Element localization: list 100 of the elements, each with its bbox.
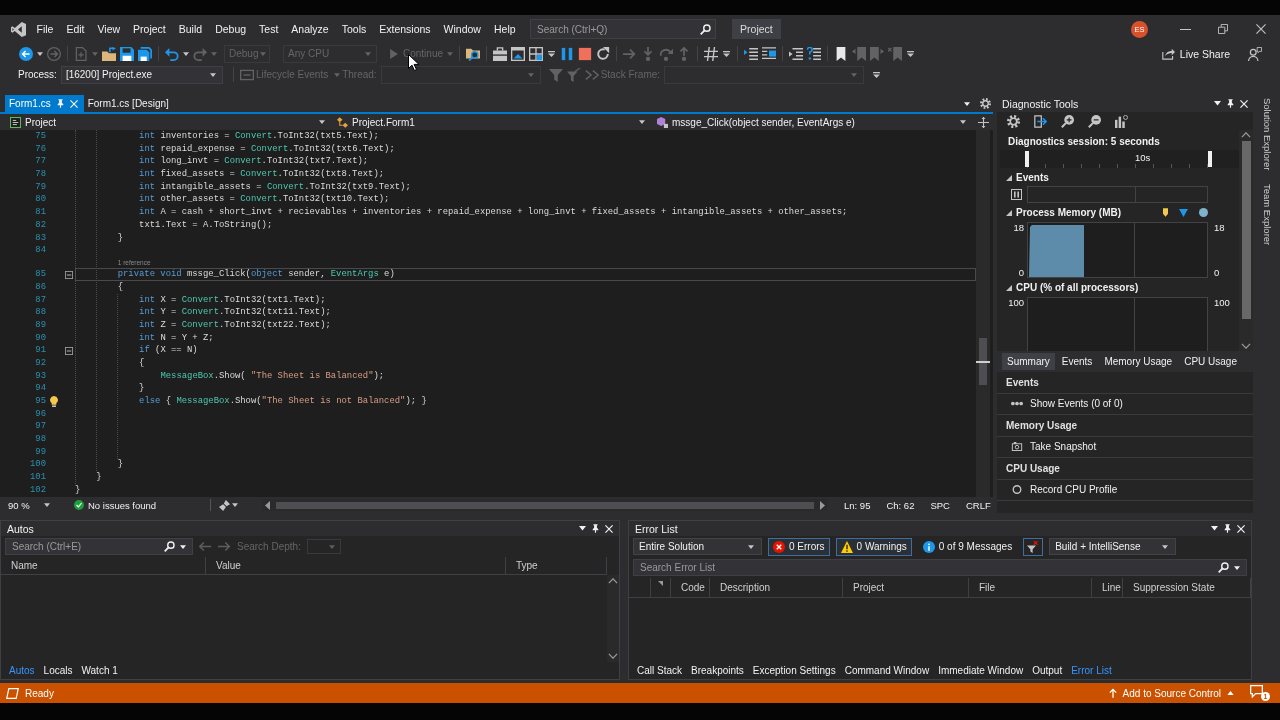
save-icon[interactable] [120,46,134,61]
column-header[interactable]: Value [206,557,506,574]
process-dropdown[interactable]: [16200] Project.exe [60,65,223,84]
minimize-icon[interactable] [1179,28,1191,30]
menu-item[interactable]: Extensions [372,21,438,37]
speech-bubble-icon[interactable] [1250,685,1263,698]
expanded-icon[interactable] [1006,284,1012,291]
expanded-icon[interactable] [1006,209,1012,216]
toolbox-icon[interactable] [493,46,508,61]
marker-icon[interactable] [1163,208,1168,217]
scrollbar-thumb[interactable] [979,338,987,385]
panel-tab[interactable]: Locals [43,665,73,676]
caret-icon[interactable] [44,503,50,507]
panel-tab[interactable]: Call Stack [637,665,682,676]
overflow-icon[interactable] [873,71,881,78]
export-icon[interactable] [1034,114,1047,128]
folder-icon[interactable] [102,46,116,61]
action-link[interactable]: Take Snapshot [1030,441,1097,453]
panel-tab[interactable]: Autos [9,665,35,676]
down-chevron-icon[interactable] [1241,343,1251,349]
person-icon[interactable] [1248,46,1262,61]
bar-chart-icon[interactable] [1115,114,1128,128]
search-icon[interactable] [164,541,175,552]
panel-tab[interactable]: Summary [1002,353,1055,370]
list-icon[interactable] [762,46,777,61]
horizontal-scrollbar[interactable] [262,499,828,511]
side-tab[interactable]: Solution Explorer [1260,95,1275,174]
overflow-icon[interactable] [548,50,556,57]
live-share-button[interactable]: Live Share [1157,47,1234,60]
caret-icon[interactable] [180,544,186,549]
search-icon[interactable] [700,23,712,35]
project-icon[interactable] [10,116,21,128]
zoom-in-icon[interactable] [1061,114,1074,128]
vertical-scrollbar[interactable] [607,575,619,662]
column-header[interactable]: Name [1,557,206,574]
menu-item[interactable]: Test [252,21,285,37]
grid-icon[interactable] [529,46,544,61]
overflow-icon[interactable] [907,50,915,57]
window-icon[interactable] [511,46,526,61]
caret-icon[interactable] [1234,565,1240,570]
menu-item[interactable]: Debug [208,21,253,37]
lines-icon[interactable] [807,46,822,61]
menu-item[interactable]: View [91,21,127,37]
caret-icon[interactable] [209,72,216,77]
circle-icon[interactable] [1199,208,1208,217]
restart-icon[interactable] [596,46,611,61]
brush-icon[interactable] [219,499,230,511]
restore-icon[interactable] [1218,24,1228,34]
pin-icon[interactable] [1224,524,1231,533]
stop-icon[interactable] [578,46,593,61]
column-header[interactable]: Suppression State [1123,578,1251,597]
action-link[interactable]: Record CPU Profile [1030,484,1118,496]
caret-icon[interactable] [1211,526,1218,531]
column-header[interactable]: File [969,578,1092,597]
collapse-icon[interactable] [65,346,73,355]
panel-tab[interactable]: Watch 1 [81,665,118,676]
indent-icon[interactable] [789,46,804,61]
folder-search-icon[interactable] [466,46,481,61]
column-header[interactable]: Project [843,578,969,597]
error-filter-button[interactable]: 0 Errors [768,537,830,556]
split-icon[interactable] [977,116,989,128]
settings-icon[interactable] [980,98,991,109]
ring-icon[interactable] [1011,485,1023,495]
search-field[interactable]: Search Error List [633,559,1247,576]
issues-status[interactable]: No issues found [88,499,157,511]
column-header[interactable]: Description [710,578,843,597]
zoom-out-icon[interactable] [1088,114,1101,128]
panel-tab[interactable]: Command Window [844,665,930,676]
save-all-icon[interactable] [138,46,152,61]
menu-item[interactable]: File [30,21,60,37]
pause-icon[interactable] [1011,188,1022,200]
navigation-dropdown[interactable]: mssge_Click(object sender, EventArgs e) [652,114,973,130]
menu-item[interactable]: Analyze [284,21,336,37]
down-chevron-icon[interactable] [608,653,618,659]
cube-icon[interactable] [657,116,668,128]
build-filter-dropdown[interactable]: Build + IntelliSense [1049,538,1177,555]
panel-tab[interactable]: CPU Usage [1179,353,1242,370]
caret-icon[interactable] [1162,544,1169,549]
panel-tab[interactable]: Breakpoints [691,665,744,676]
panel-tab[interactable]: Memory Usage [1099,353,1178,370]
action-link[interactable]: Show Events (0 of 0) [1030,398,1123,410]
left-arrow-icon[interactable] [265,500,270,510]
column-header[interactable]: Code [671,578,710,597]
column-header[interactable]: Type [506,557,607,574]
pause-icon[interactable] [560,46,575,61]
caret-icon[interactable] [183,51,189,56]
scrollbar-thumb[interactable] [1241,141,1251,319]
navigation-dropdown[interactable]: Project.Form1 [332,114,652,130]
indentation-mode[interactable]: SPC [930,499,950,511]
caret-icon[interactable] [579,526,586,531]
side-tab[interactable]: Team Explorer [1260,181,1275,249]
range-handle[interactable] [1025,151,1029,167]
caret-icon[interactable] [960,120,966,124]
search-icon[interactable] [1218,562,1229,573]
timeline-ruler[interactable]: 10s [1000,150,1239,168]
caret-icon[interactable] [319,120,325,124]
scope-dropdown[interactable]: Entire Solution [633,538,762,555]
triangle-icon[interactable] [1179,208,1188,217]
search-field[interactable]: Search (Ctrl+E) [5,538,193,555]
lightbulb-icon[interactable] [50,395,58,407]
